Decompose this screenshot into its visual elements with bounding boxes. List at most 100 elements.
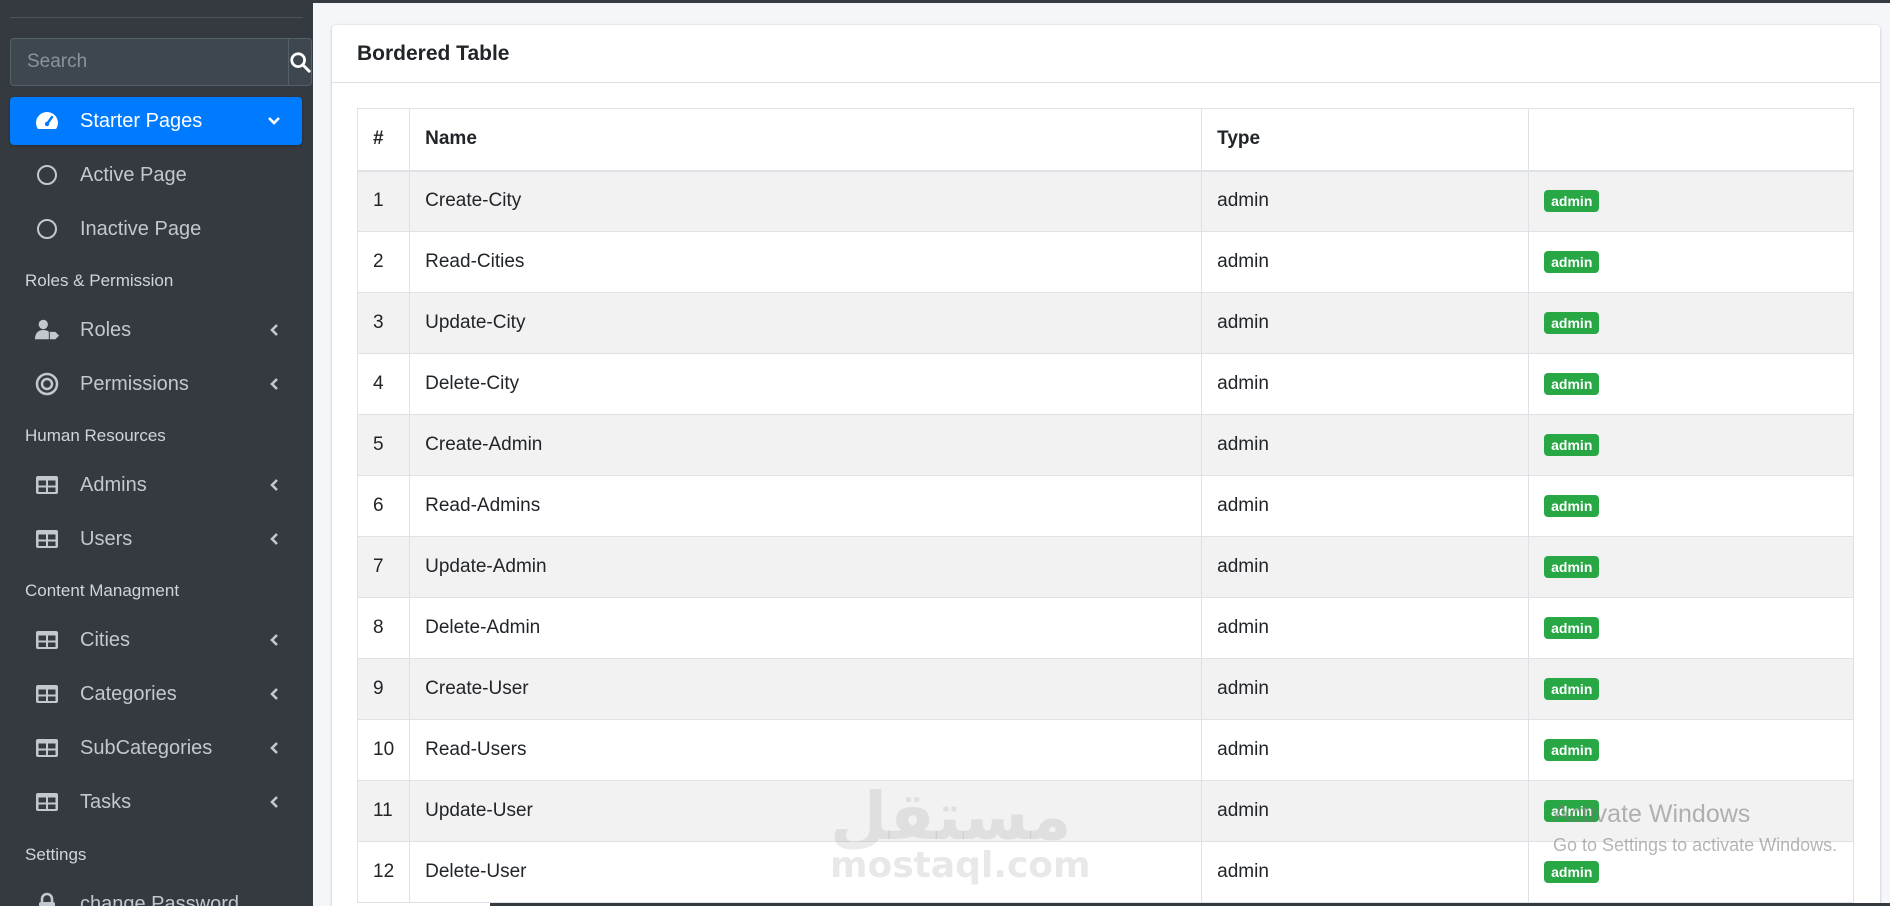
table-icon: [34, 789, 60, 815]
nav-roles[interactable]: Roles: [10, 306, 302, 354]
nav-change-password-label: change Password: [80, 892, 239, 906]
table-row: 1 Create-City admin admin: [356, 170, 1854, 232]
table-row: 10 Read-Users admin admin: [356, 719, 1854, 781]
cell-index: 5: [356, 414, 411, 476]
status-badge: admin: [1544, 861, 1600, 883]
cell-name: Read-Cities: [409, 231, 1203, 293]
cell-index: 7: [356, 536, 411, 598]
table-icon: [34, 681, 60, 707]
column-header-badge: [1528, 108, 1854, 172]
cell-badge: admin: [1528, 414, 1854, 476]
cell-type: admin: [1201, 658, 1530, 720]
nav-header-hr: Human Resources: [25, 426, 166, 445]
column-header-type: Type: [1201, 108, 1530, 172]
bullseye-icon: [34, 371, 60, 397]
chevron-left-icon: [262, 527, 286, 551]
watermark-logo: مستقل: [830, 778, 1072, 855]
chevron-left-icon: [262, 736, 286, 760]
cell-index: 2: [356, 231, 411, 293]
chevron-left-icon: [262, 372, 286, 396]
table-row: 3 Update-City admin admin: [356, 292, 1854, 354]
table-icon: [34, 735, 60, 761]
chevron-down-icon: [262, 109, 286, 133]
nav-categories[interactable]: Categories: [10, 670, 302, 718]
table-icon: [34, 627, 60, 653]
cell-badge: admin: [1528, 170, 1854, 232]
nav-admins[interactable]: Admins: [10, 461, 302, 509]
sidebar-search: [10, 38, 312, 86]
status-badge: admin: [1544, 556, 1600, 578]
cell-type: admin: [1201, 475, 1530, 537]
cell-name: Create-Admin: [409, 414, 1203, 476]
cell-type: admin: [1201, 231, 1530, 293]
nav-starter-pages[interactable]: Starter Pages: [10, 97, 302, 145]
cell-index: 10: [356, 719, 411, 781]
nav-header-settings: Settings: [25, 845, 87, 864]
nav-permissions[interactable]: Permissions: [10, 360, 302, 408]
cell-type: admin: [1201, 414, 1530, 476]
sidebar-divider: [10, 17, 303, 18]
cell-type: admin: [1201, 536, 1530, 598]
cell-name: Delete-Admin: [409, 597, 1203, 659]
cell-badge: admin: [1528, 353, 1854, 415]
status-badge: admin: [1544, 373, 1600, 395]
search-input[interactable]: [10, 38, 288, 86]
cell-badge: admin: [1528, 658, 1854, 720]
cell-index: 12: [356, 841, 411, 903]
table-row: 8 Delete-Admin admin admin: [356, 597, 1854, 659]
nav-admins-label: Admins: [80, 473, 147, 496]
cell-badge: admin: [1528, 231, 1854, 293]
nav-change-password[interactable]: change Password: [10, 880, 302, 906]
nav-subcategories[interactable]: SubCategories: [10, 724, 302, 772]
nav-roles-label: Roles: [80, 318, 132, 341]
table-row: 7 Update-Admin admin admin: [356, 536, 1854, 598]
nav-permissions-label: Permissions: [80, 372, 189, 395]
cell-name: Delete-City: [409, 353, 1203, 415]
circle-outline-icon: [34, 216, 60, 242]
tachometer-icon: [34, 108, 60, 134]
nav-inactive-page[interactable]: Inactive Page: [10, 205, 302, 253]
cell-index: 3: [356, 292, 411, 354]
nav-users-label: Users: [80, 527, 133, 550]
cell-index: 11: [356, 780, 411, 842]
nav-inactive-page-label: Inactive Page: [80, 217, 202, 240]
status-badge: admin: [1544, 434, 1600, 456]
status-badge: admin: [1544, 312, 1600, 334]
watermark-site: mostaql.com: [830, 845, 1091, 886]
lock-icon: [34, 891, 60, 906]
nav-tasks[interactable]: Tasks: [10, 778, 302, 826]
nav-active-page[interactable]: Active Page: [10, 151, 302, 199]
nav-tasks-label: Tasks: [80, 790, 132, 813]
status-badge: admin: [1544, 495, 1600, 517]
cell-index: 1: [356, 170, 411, 232]
cell-type: admin: [1201, 780, 1530, 842]
cell-index: 9: [356, 658, 411, 720]
search-icon: [290, 52, 311, 73]
cell-type: admin: [1201, 597, 1530, 659]
nav-subcategories-label: SubCategories: [80, 736, 213, 759]
card-header: Bordered Table: [332, 25, 1880, 83]
user-tag-icon: [34, 317, 60, 343]
chevron-left-icon: [262, 682, 286, 706]
card-title: Bordered Table: [357, 41, 510, 65]
nav-active-page-label: Active Page: [80, 163, 187, 186]
table-body: 1 Create-City admin admin 2 Read-Cities admin a…: [356, 170, 1854, 903]
table-icon: [34, 472, 60, 498]
status-badge: admin: [1544, 678, 1600, 700]
cell-badge: admin: [1528, 719, 1854, 781]
nav-users[interactable]: Users: [10, 515, 302, 563]
nav-header-roles: Roles & Permission: [25, 271, 174, 290]
cell-badge: admin: [1528, 536, 1854, 598]
top-navbar: [313, 0, 1890, 3]
chevron-left-icon: [262, 473, 286, 497]
circle-outline-icon: [34, 162, 60, 188]
activate-windows-notice: Activate Windows Go to Settings to activ…: [1553, 800, 1837, 856]
nav-cities[interactable]: Cities: [10, 616, 302, 664]
bordered-table: # Name Type 1 Create-City admin admin 2 Read-…: [356, 108, 1854, 903]
status-badge: admin: [1544, 617, 1600, 639]
chevron-left-icon: [262, 790, 286, 814]
cell-index: 6: [356, 475, 411, 537]
search-button[interactable]: [288, 38, 312, 86]
cell-badge: admin: [1528, 475, 1854, 537]
status-badge: admin: [1544, 739, 1600, 761]
